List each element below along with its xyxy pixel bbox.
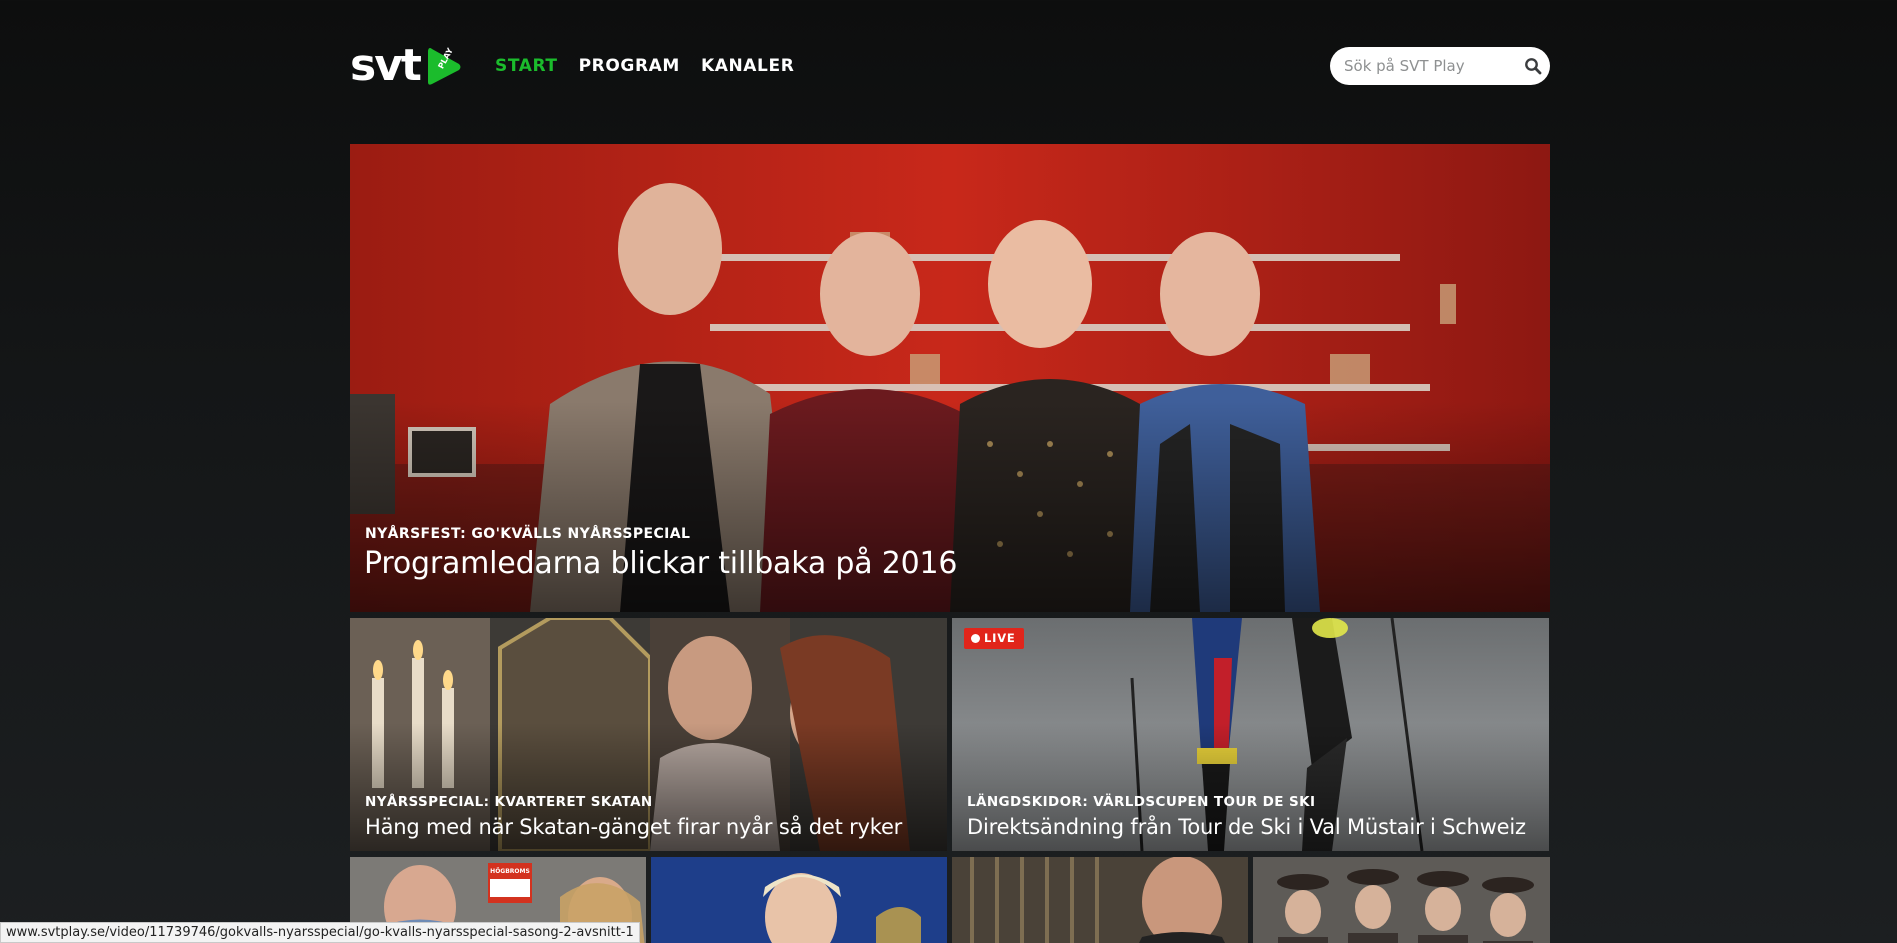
small-card[interactable] bbox=[1253, 857, 1550, 943]
card-kicker: NYÅRSSPECIAL: KVARTERET SKATAN bbox=[365, 794, 653, 810]
hero-card[interactable]: NYÅRSFEST: GO'KVÄLLS NYÅRSSPECIAL Progra… bbox=[350, 144, 1550, 612]
content-card[interactable]: NYÅRSSPECIAL: KVARTERET SKATAN Häng med … bbox=[350, 618, 947, 851]
hero-kicker: NYÅRSFEST: GO'KVÄLLS NYÅRSSPECIAL bbox=[365, 526, 691, 542]
browser-status-url: www.svtplay.se/video/11739746/gokvalls-n… bbox=[0, 922, 640, 943]
live-badge-label: LIVE bbox=[984, 631, 1016, 645]
main-nav: START PROGRAM KANALER bbox=[495, 56, 815, 76]
live-badge: LIVE bbox=[964, 628, 1024, 649]
card-thumbnail bbox=[952, 857, 1248, 943]
card-thumbnail bbox=[1253, 857, 1550, 943]
svt-play-logo[interactable]: svt PLAY bbox=[350, 40, 462, 91]
logo-wordmark: svt bbox=[350, 40, 422, 91]
card-title: Direktsändning från Tour de Ski i Val Mü… bbox=[967, 815, 1526, 839]
nav-kanaler[interactable]: KANALER bbox=[701, 56, 794, 76]
nav-start[interactable]: START bbox=[495, 56, 558, 76]
play-badge-icon: PLAY bbox=[428, 46, 461, 85]
card-kicker: LÄNGDSKIDOR: VÄRLDSCUPEN TOUR DE SKI bbox=[967, 794, 1316, 810]
live-dot-icon bbox=[971, 634, 980, 643]
hero-title: Programledarna blickar tillbaka på 2016 bbox=[364, 546, 958, 581]
small-card[interactable] bbox=[952, 857, 1248, 943]
site-header: svt PLAY START PROGRAM KANALER bbox=[350, 40, 1550, 94]
sign-text: HÖGBROMS bbox=[490, 868, 530, 875]
search-input[interactable] bbox=[1344, 56, 1514, 76]
card-thumbnail bbox=[651, 857, 947, 943]
search-icon[interactable] bbox=[1524, 57, 1542, 75]
nav-program[interactable]: PROGRAM bbox=[579, 56, 680, 76]
content-card-live[interactable]: LIVE LÄNGDSKIDOR: VÄRLDSCUPEN TOUR DE SK… bbox=[952, 618, 1549, 851]
small-card[interactable] bbox=[651, 857, 947, 943]
search-box bbox=[1330, 47, 1550, 85]
card-title: Häng med när Skatan-gänget firar nyår så… bbox=[365, 815, 903, 839]
